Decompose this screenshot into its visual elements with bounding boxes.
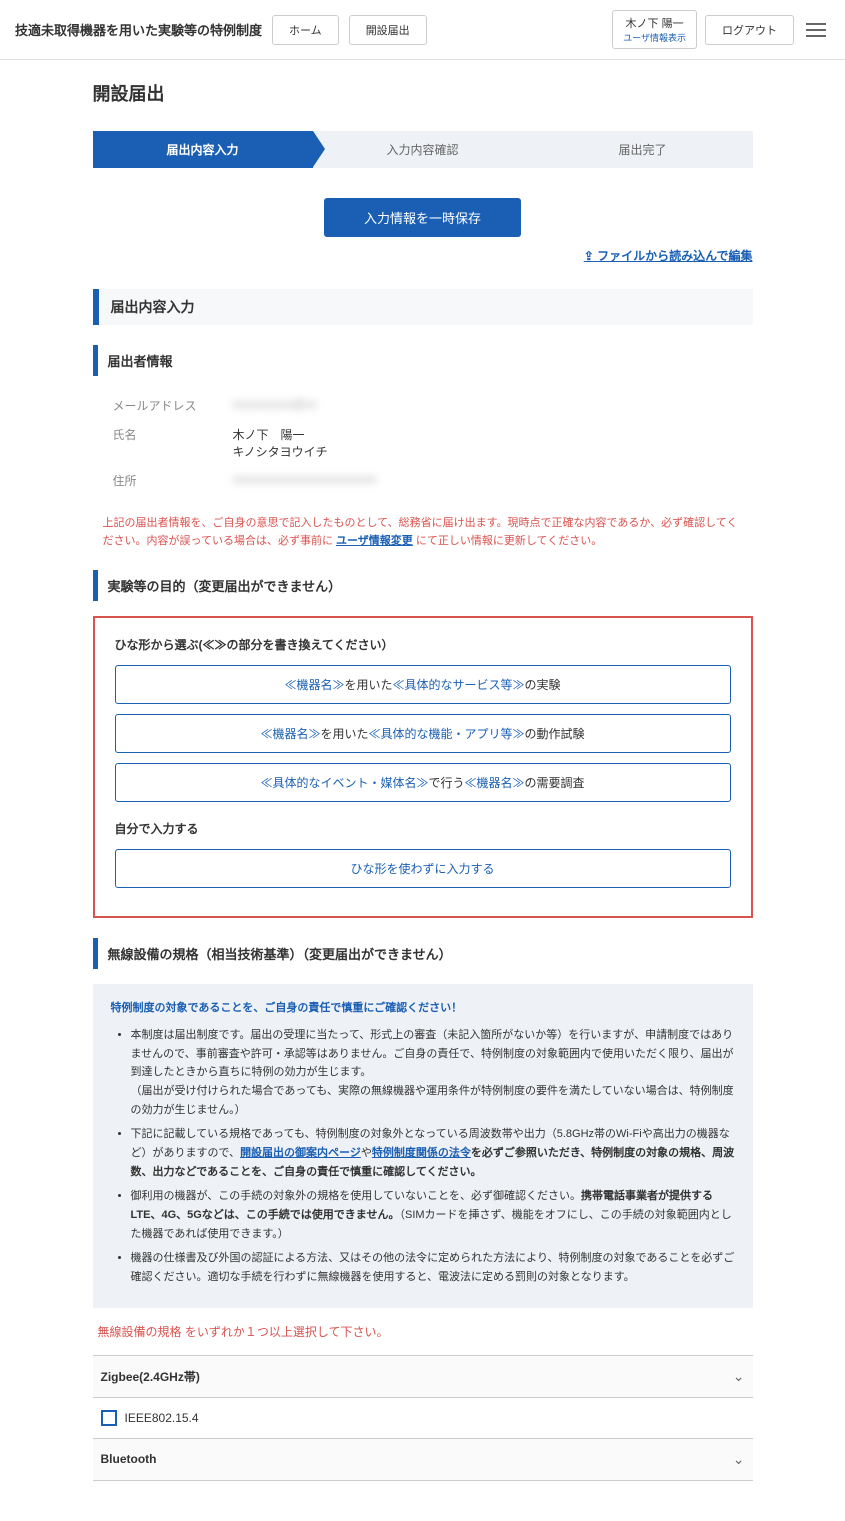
chevron-down-icon: ⌄ bbox=[733, 1451, 745, 1468]
spec-notice-item-3: 御利用の機器が、この手続の対象外の規格を使用していないことを、必ず御確認ください… bbox=[131, 1187, 735, 1243]
progress-step-1: 届出内容入力 bbox=[93, 131, 313, 168]
page-title: 開設届出 bbox=[93, 80, 753, 106]
home-button[interactable]: ホーム bbox=[272, 15, 339, 45]
manual-heading: 自分で入力する bbox=[115, 820, 731, 837]
spec-error-message: 無線設備の規格 をいずれか１つ以上選択して下さい。 bbox=[93, 1323, 753, 1340]
section-purpose-heading: 実験等の目的（変更届出ができません） bbox=[93, 570, 753, 601]
accordion-zigbee-header[interactable]: Zigbee(2.4GHz帯) ⌄ bbox=[93, 1356, 753, 1398]
template-option-1[interactable]: ≪機器名≫を用いた≪具体的なサービス等≫の実験 bbox=[115, 665, 731, 704]
save-draft-button[interactable]: 入力情報を一時保存 bbox=[324, 198, 521, 237]
logout-button[interactable]: ログアウト bbox=[705, 15, 794, 45]
manual-input-button[interactable]: ひな形を使わずに入力する bbox=[115, 849, 731, 888]
notification-button[interactable]: 開設届出 bbox=[349, 15, 427, 45]
upload-icon: ⇪ bbox=[584, 249, 594, 263]
progress-indicator: 届出内容入力 入力内容確認 届出完了 bbox=[93, 131, 753, 168]
spec-notice-item-2: 下記に記載している規格であっても、特例制度の対象外となっている周波数帯や出力（5… bbox=[131, 1125, 735, 1181]
app-title: 技適未取得機器を用いた実験等の特例制度 bbox=[15, 20, 262, 39]
email-value: xxxxxxxxxx@xx bbox=[233, 397, 733, 414]
accordion-bluetooth-header[interactable]: Bluetooth ⌄ bbox=[93, 1439, 753, 1481]
user-info-sub: ユーザ情報表示 bbox=[623, 31, 686, 44]
header-right: 木ノ下 陽一 ユーザ情報表示 ログアウト bbox=[612, 10, 830, 49]
ieee-label: IEEE802.15.4 bbox=[125, 1411, 199, 1425]
section-input-heading: 届出内容入力 bbox=[93, 289, 753, 325]
applicant-notice: 上記の届出者情報を、ご自身の意思で記入したものとして、総務省に届け出ます。現時点… bbox=[93, 515, 753, 570]
template-option-3[interactable]: ≪具体的なイベント・媒体名≫で行う≪機器名≫の需要調査 bbox=[115, 763, 731, 802]
law-link[interactable]: 特例制度関係の法令 bbox=[372, 1147, 471, 1159]
spec-notice-title: 特例制度の対象であることを、ご自身の責任で慎重にご確認ください！ bbox=[111, 999, 735, 1018]
address-value: xxxxxxxxxxxxxxxxxxxxxxxx bbox=[233, 472, 733, 489]
progress-step-2: 入力内容確認 bbox=[313, 131, 533, 168]
accordion-zigbee-title: Zigbee(2.4GHz帯) bbox=[101, 1368, 200, 1385]
load-from-file-link[interactable]: ⇪ ファイルから読み込んで編集 bbox=[584, 249, 753, 263]
spec-notice-box: 特例制度の対象であることを、ご自身の責任で慎重にご確認ください！ 本制度は届出制… bbox=[93, 984, 753, 1308]
template-heading: ひな形から選ぶ(≪≫の部分を書き換えてください） bbox=[115, 636, 731, 653]
spec-accordion: Zigbee(2.4GHz帯) ⌄ IEEE802.15.4 Bluetooth… bbox=[93, 1355, 753, 1481]
chevron-down-icon: ⌄ bbox=[733, 1368, 745, 1385]
template-option-2[interactable]: ≪機器名≫を用いた≪具体的な機能・アプリ等≫の動作試験 bbox=[115, 714, 731, 753]
main-content: 開設届出 届出内容入力 入力内容確認 届出完了 入力情報を一時保存 ⇪ ファイル… bbox=[93, 60, 753, 1521]
name-kana: キノシタヨウイチ bbox=[233, 443, 733, 460]
menu-icon[interactable] bbox=[802, 19, 830, 41]
spec-notice-item-4: 機器の仕様書及び外国の認証による方法、又はその他の法令に定められた方法により、特… bbox=[131, 1249, 735, 1286]
name-value: 木ノ下 陽一 キノシタヨウイチ bbox=[233, 426, 733, 460]
section-spec-heading: 無線設備の規格（相当技術基準）（変更届出ができません） bbox=[93, 938, 753, 969]
header-left: 技適未取得機器を用いた実験等の特例制度 ホーム 開設届出 bbox=[15, 15, 427, 45]
address-label: 住所 bbox=[113, 472, 233, 489]
spec-notice-item-1: 本制度は届出制度です。届出の受理に当たって、形式上の審査（未記入箇所がないか等）… bbox=[131, 1026, 735, 1119]
purpose-selection-box: ひな形から選ぶ(≪≫の部分を書き換えてください） ≪機器名≫を用いた≪具体的なサ… bbox=[93, 616, 753, 918]
progress-step-3: 届出完了 bbox=[533, 131, 753, 168]
user-name: 木ノ下 陽一 bbox=[623, 15, 686, 31]
ieee-checkbox[interactable] bbox=[101, 1410, 117, 1426]
app-header: 技適未取得機器を用いた実験等の特例制度 ホーム 開設届出 木ノ下 陽一 ユーザ情… bbox=[0, 0, 845, 60]
name-label: 氏名 bbox=[113, 426, 233, 460]
guide-page-link[interactable]: 開設届出の御案内ページ bbox=[240, 1147, 361, 1159]
user-info-change-link[interactable]: ユーザ情報変更 bbox=[336, 535, 413, 547]
load-from-file-label: ファイルから読み込んで編集 bbox=[597, 249, 752, 263]
accordion-bluetooth-title: Bluetooth bbox=[101, 1452, 157, 1466]
section-applicant-heading: 届出者情報 bbox=[93, 345, 753, 376]
accordion-zigbee-body: IEEE802.15.4 bbox=[93, 1398, 753, 1439]
user-info-button[interactable]: 木ノ下 陽一 ユーザ情報表示 bbox=[612, 10, 697, 49]
applicant-info: メールアドレス xxxxxxxxxx@xx 氏名 木ノ下 陽一 キノシタヨウイチ… bbox=[93, 391, 753, 515]
zigbee-checkbox-row: IEEE802.15.4 bbox=[101, 1410, 745, 1426]
name-kanji: 木ノ下 陽一 bbox=[233, 426, 733, 443]
email-label: メールアドレス bbox=[113, 397, 233, 414]
